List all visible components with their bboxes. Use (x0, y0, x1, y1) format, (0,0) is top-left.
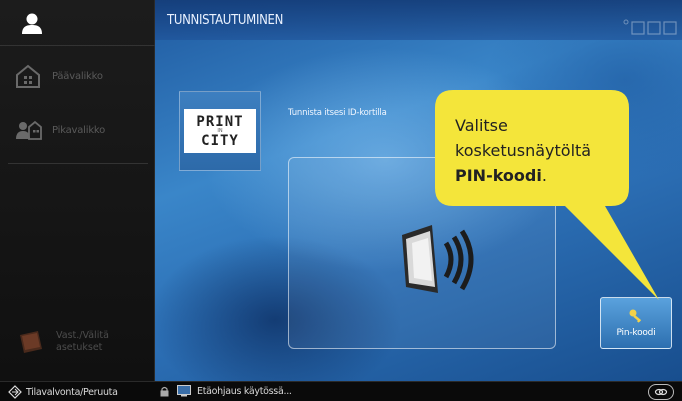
main-panel: TUNNISTAUTUMINEN PRINT IN CITY Tunnista … (155, 0, 682, 381)
instruction-text: Tunnista itsesi ID-kortilla (288, 108, 387, 118)
status-bar: Tilavalvonta/Peruuta Etäohjaus käytössä.… (0, 381, 682, 401)
logo-text-city: CITY (201, 132, 239, 149)
quick-menu-icon (16, 120, 42, 140)
callout-pin-emphasis: PIN-koodi (455, 166, 542, 185)
callout-line-2: kosketusnäytöltä (455, 141, 592, 160)
sidebar-item-main-menu[interactable]: Päävalikko (14, 61, 154, 91)
status-middle-label: Etäohjaus käytössä... (197, 385, 292, 397)
callout-line-3: PIN-koodi. (455, 163, 605, 188)
callout-period: . (541, 166, 547, 185)
sidebar-bottom-label-2: asetukset (56, 342, 103, 353)
diamond-arrow-icon (8, 385, 22, 399)
company-logo: PRINT IN CITY (179, 91, 261, 171)
system-monitor-cancel[interactable]: Tilavalvonta/Peruuta (8, 385, 118, 399)
logo-text-print: PRINT (196, 113, 244, 130)
page-title: TUNNISTAUTUMINEN (167, 13, 284, 28)
sidebar: Päävalikko Pikavalikko Vast./Välitä aset… (0, 0, 155, 381)
callout-text: Valitse kosketusnäytöltä PIN-koodi. (455, 113, 605, 188)
sidebar-item-label: Pikavalikko (52, 124, 106, 136)
sidebar-bottom-label-1: Vast./Välitä (56, 330, 109, 341)
divider (8, 163, 148, 164)
link-button[interactable] (648, 384, 674, 400)
lock-icon (160, 386, 169, 396)
sidebar-item-forward-settings[interactable]: Vast./Välitä asetukset (16, 327, 109, 357)
status-left-label: Tilavalvonta/Peruuta (26, 386, 118, 398)
user-icon (22, 13, 42, 34)
screen-icon (177, 385, 191, 397)
fax-forward-icon (20, 331, 42, 353)
remote-control-status: Etäohjaus käytössä... (160, 385, 292, 397)
home-icon (16, 64, 40, 88)
window-controls-icon (623, 19, 677, 35)
pin-code-label: Pin-koodi (616, 328, 656, 338)
user-area[interactable] (0, 0, 155, 46)
title-bar: TUNNISTAUTUMINEN (155, 0, 682, 40)
callout-line-1: Valitse (455, 116, 508, 135)
sidebar-item-label: Päävalikko (52, 70, 103, 82)
logo-inner: PRINT IN CITY (184, 109, 256, 153)
key-icon (629, 309, 642, 323)
sidebar-item-quick-menu[interactable]: Pikavalikko (14, 115, 154, 145)
link-icon (654, 388, 668, 396)
